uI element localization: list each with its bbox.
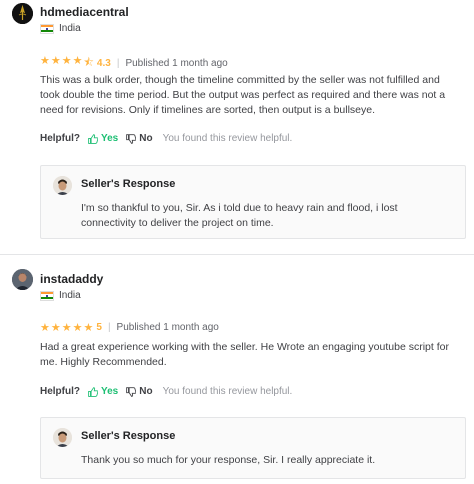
helpful-status-text: You found this review helpful. (162, 386, 293, 397)
reviewer-username[interactable]: instadaddy (40, 272, 103, 286)
response-title: Seller's Response (81, 430, 176, 442)
helpful-row: Helpful? Yes No You found this review he… (40, 386, 292, 397)
star-rating: ★ ★ ★ ★ ★ (40, 321, 93, 334)
rating-row: ★ ★ ★ ★ ★ 5 | Published 1 month ago (40, 321, 219, 334)
divider-bar: | (116, 58, 120, 69)
helpful-no-button[interactable]: No (126, 133, 153, 144)
helpful-no-button[interactable]: No (126, 386, 153, 397)
star-icon: ★ (72, 322, 83, 334)
helpful-row: Helpful? Yes No You found this review he… (40, 133, 292, 144)
reviewer-username[interactable]: hdmediacentral (40, 5, 129, 19)
helpful-yes-button[interactable]: Yes (88, 386, 118, 397)
thumbs-up-icon (88, 386, 98, 397)
divider-bar: | (107, 322, 111, 333)
response-text: I'm so thankful to you, Sir. As i told d… (81, 202, 398, 229)
half-star-icon: ⯪ (83, 57, 94, 69)
seller-response: Seller's Response I'm so thankful to you… (40, 165, 466, 239)
response-title: Seller's Response (81, 178, 176, 190)
thumbs-down-icon (126, 133, 137, 144)
avatar-logo-icon (12, 3, 33, 24)
country-label: India (59, 23, 81, 34)
published-date: Published 1 month ago (125, 58, 228, 69)
star-icon: ★ (40, 322, 50, 334)
star-icon: ★ (72, 55, 83, 67)
seller-portrait-icon (53, 176, 72, 195)
india-flag-icon (40, 290, 54, 301)
rating-row: ★ ★ ★ ★ ⯪ 4.3 | Published 1 month ago (40, 54, 228, 73)
helpful-yes-button[interactable]: Yes (88, 133, 118, 144)
review-text: This was a bulk order, though the timeli… (40, 74, 446, 116)
star-icon: ★ (61, 322, 72, 334)
response-text: Thank you so much for your response, Sir… (81, 454, 376, 466)
star-icon: ★ (83, 322, 94, 334)
reviewer-country: India (40, 290, 81, 301)
review-text: Had a great experience working with the … (40, 341, 449, 368)
star-icon: ★ (50, 55, 61, 67)
avatar-photo-icon (12, 269, 33, 290)
helpful-status-text: You found this review helpful. (162, 133, 293, 144)
india-flag-icon (40, 23, 54, 34)
reviewer-country: India (40, 23, 81, 34)
seller-response: Seller's Response Thank you so much for … (40, 417, 466, 479)
seller-avatar (53, 428, 72, 447)
rating-score: 4.3 (96, 58, 111, 69)
country-label: India (59, 290, 81, 301)
star-icon: ★ (40, 55, 50, 67)
thumbs-up-icon (88, 133, 98, 144)
thumbs-down-icon (126, 386, 137, 397)
reviewer-avatar[interactable] (12, 269, 33, 290)
star-icon: ★ (50, 322, 61, 334)
seller-avatar (53, 176, 72, 195)
seller-portrait-icon (53, 428, 72, 447)
star-icon: ★ (61, 55, 72, 67)
helpful-label: Helpful? (40, 133, 80, 144)
rating-score: 5 (96, 322, 102, 333)
reviewer-avatar[interactable] (12, 3, 33, 24)
star-rating: ★ ★ ★ ★ ⯪ (40, 54, 94, 73)
published-date: Published 1 month ago (116, 322, 219, 333)
review-divider (0, 254, 474, 255)
helpful-label: Helpful? (40, 386, 80, 397)
